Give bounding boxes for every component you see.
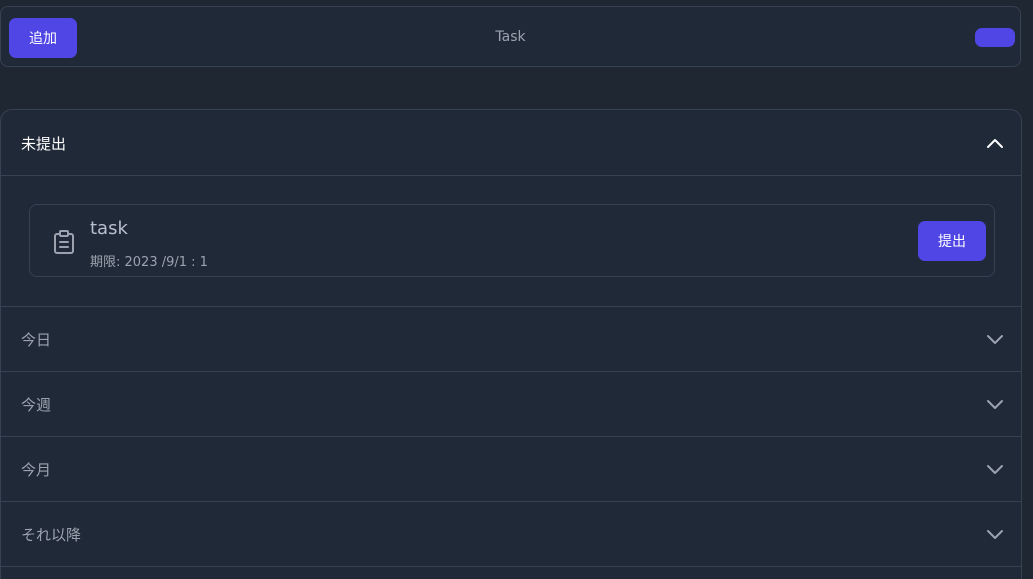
section-label-unsubmitted: 未提出 bbox=[21, 134, 67, 153]
section-divider bbox=[1, 175, 1022, 176]
page-title: Task bbox=[495, 29, 526, 45]
section-header-today[interactable]: 今日 bbox=[1, 307, 1022, 371]
chevron-up-icon bbox=[987, 139, 1003, 148]
submit-button[interactable]: 提出 bbox=[918, 221, 986, 261]
section-header-this-month[interactable]: 今月 bbox=[1, 437, 1022, 501]
task-card: task 期限: 2023 /9/1 : 1 提出 bbox=[29, 204, 995, 277]
section-header-unsubmitted[interactable]: 未提出 bbox=[1, 111, 1022, 175]
section-divider bbox=[1, 566, 1022, 567]
menu-button[interactable] bbox=[975, 28, 1015, 47]
chevron-down-icon bbox=[987, 530, 1003, 539]
section-label-this-week: 今週 bbox=[21, 395, 52, 414]
section-header-later[interactable]: それ以降 bbox=[1, 502, 1022, 566]
top-bar: 追加 Task bbox=[0, 6, 1021, 67]
section-label-this-month: 今月 bbox=[21, 460, 52, 479]
task-accordion: 未提出 task 期限: 2023 /9/1 : 1 提出 今日 今週 今月 そ… bbox=[0, 109, 1022, 579]
section-header-this-week[interactable]: 今週 bbox=[1, 372, 1022, 436]
chevron-down-icon bbox=[987, 400, 1003, 409]
task-name: task bbox=[90, 218, 128, 239]
clipboard-icon bbox=[54, 230, 74, 254]
task-due-date: 期限: 2023 /9/1 : 1 bbox=[90, 255, 208, 270]
section-label-today: 今日 bbox=[21, 330, 52, 349]
section-label-later: それ以降 bbox=[21, 525, 82, 544]
chevron-down-icon bbox=[987, 465, 1003, 474]
chevron-down-icon bbox=[987, 335, 1003, 344]
